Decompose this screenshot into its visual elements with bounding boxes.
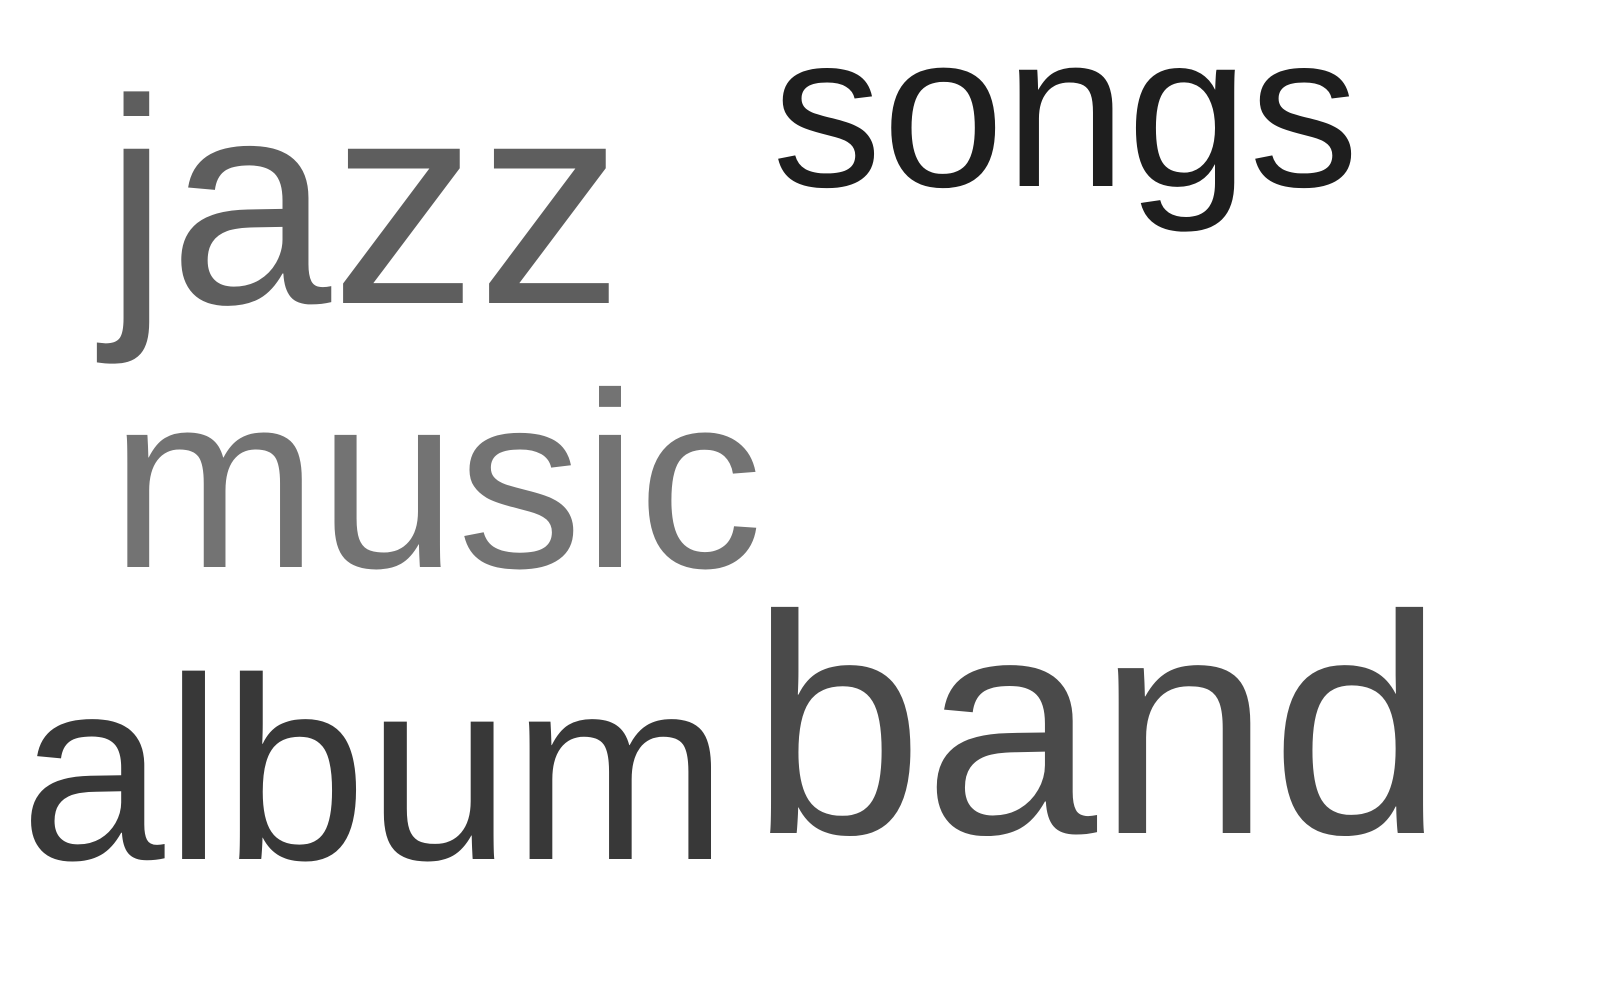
word-jazz: jazz <box>104 39 624 365</box>
word-songs: songs <box>772 0 1360 233</box>
word-band: band <box>750 552 1445 900</box>
word-album: album <box>20 625 729 915</box>
word-cloud: jazz songs music album band <box>0 0 1600 1000</box>
word-music: music <box>110 341 763 620</box>
